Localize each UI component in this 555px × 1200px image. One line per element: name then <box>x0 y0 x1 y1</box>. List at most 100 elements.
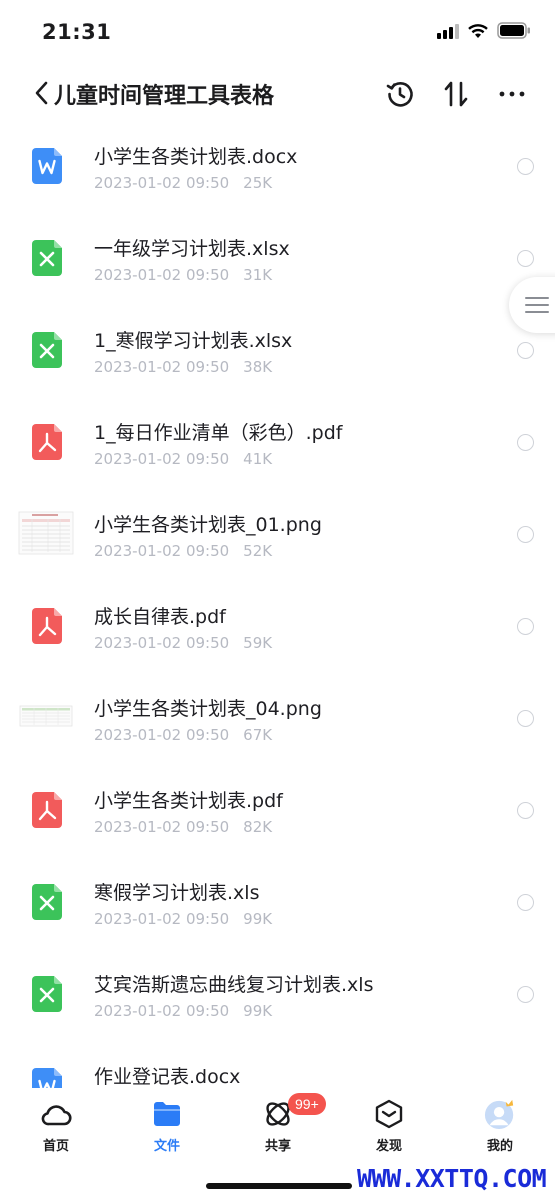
status-time: 21:31 <box>42 20 112 44</box>
wifi-icon <box>468 23 488 38</box>
file-name: 1_寒假学习计划表.xlsx <box>94 330 293 352</box>
menu-lines-icon <box>525 297 549 313</box>
word-file-icon <box>32 1068 62 1088</box>
history-icon <box>386 82 413 107</box>
file-date: 2023-01-02 09:50 <box>94 174 230 192</box>
file-item[interactable]: 1_寒假学习计划表.xlsx 2023-01-02 09:50 38K <box>0 306 555 398</box>
select-radio[interactable] <box>517 250 534 267</box>
file-meta: 2023-01-02 09:50 99K <box>94 910 272 928</box>
file-size: 52K <box>243 542 273 560</box>
tab-home[interactable]: 首页 <box>16 1098 96 1158</box>
file-name: 作业登记表.docx <box>94 1066 241 1088</box>
file-name: 艾宾浩斯遗忘曲线复习计划表.xls <box>94 974 374 996</box>
file-date: 2023-01-02 09:50 <box>94 450 230 468</box>
tab-discover[interactable]: 发现 <box>349 1098 429 1158</box>
file-item[interactable]: 1_每日作业清单（彩色）.pdf 2023-01-02 09:50 41K <box>0 398 555 490</box>
cloud-icon <box>40 1098 72 1130</box>
pdf-file-icon <box>32 608 62 644</box>
watermark: WWW.XXTTQ.COM <box>357 1164 547 1193</box>
file-date: 2023-01-02 09:50 <box>94 266 230 284</box>
file-item[interactable]: 小学生各类计划表.docx 2023-01-02 09:50 25K <box>0 122 555 214</box>
tab-label: 发现 <box>375 1139 402 1154</box>
tab-label: 首页 <box>42 1139 69 1154</box>
tab-label: 我的 <box>486 1139 513 1154</box>
pdf-file-icon <box>32 424 62 460</box>
file-item[interactable]: 小学生各类计划表.pdf 2023-01-02 09:50 82K <box>0 766 555 858</box>
nav-bar: 儿童时间管理工具表格 <box>0 66 555 122</box>
file-date: 2023-01-02 09:50 <box>94 542 230 560</box>
status-icons <box>437 22 531 39</box>
file-item[interactable]: 一年级学习计划表.xlsx 2023-01-02 09:50 31K <box>0 214 555 306</box>
file-date: 2023-01-02 09:50 <box>94 910 230 928</box>
notification-badge: 99+ <box>288 1093 326 1115</box>
excel-file-icon <box>32 884 62 920</box>
select-radio[interactable] <box>517 158 534 175</box>
cube-icon <box>373 1098 405 1130</box>
select-radio[interactable] <box>517 618 534 635</box>
file-size: 67K <box>243 726 273 744</box>
image-thumbnail <box>18 511 74 555</box>
battery-icon <box>497 22 530 39</box>
file-meta: 2023-01-02 09:50 67K <box>94 726 272 744</box>
file-item[interactable]: 小学生各类计划表_04.png 2023-01-02 09:50 67K <box>0 674 555 766</box>
file-size: 99K <box>243 910 273 928</box>
file-item[interactable]: 艾宾浩斯遗忘曲线复习计划表.xls 2023-01-02 09:50 99K <box>0 950 555 1042</box>
file-date: 2023-01-02 09:50 <box>94 726 230 744</box>
select-radio[interactable] <box>517 894 534 911</box>
page-title: 儿童时间管理工具表格 <box>54 84 275 109</box>
file-item[interactable]: 小学生各类计划表_01.png 2023-01-02 09:50 52K <box>0 490 555 582</box>
file-name: 小学生各类计划表.docx <box>94 146 298 168</box>
select-radio[interactable] <box>517 710 534 727</box>
file-meta: 2023-01-02 09:50 82K <box>94 818 272 836</box>
file-name: 一年级学习计划表.xlsx <box>94 238 290 260</box>
folder-icon <box>151 1098 183 1130</box>
file-size: 41K <box>243 450 273 468</box>
file-meta: 2023-01-02 09:50 25K <box>94 174 272 192</box>
select-radio[interactable] <box>517 526 534 543</box>
excel-file-icon <box>32 332 62 368</box>
sort-button[interactable] <box>438 76 474 112</box>
more-icon <box>499 91 525 97</box>
file-name: 小学生各类计划表_04.png <box>94 698 322 720</box>
tab-label: 共享 <box>264 1139 291 1154</box>
select-radio[interactable] <box>517 342 534 359</box>
file-size: 59K <box>243 634 273 652</box>
file-meta: 2023-01-02 09:50 31K <box>94 266 272 284</box>
word-file-icon <box>32 148 62 184</box>
file-size: 31K <box>243 266 273 284</box>
file-size: 25K <box>243 174 273 192</box>
back-arrow-icon[interactable] <box>32 78 54 108</box>
file-meta: 2023-01-02 09:50 52K <box>94 542 272 560</box>
tab-me[interactable]: 我的 <box>460 1098 540 1158</box>
file-date: 2023-01-02 09:50 <box>94 1002 230 1020</box>
file-size: 82K <box>243 818 273 836</box>
file-name: 小学生各类计划表_01.png <box>94 514 322 536</box>
select-radio[interactable] <box>517 986 534 1003</box>
image-thumbnail <box>19 705 73 727</box>
file-size: 38K <box>243 358 273 376</box>
file-name: 1_每日作业清单（彩色）.pdf <box>94 422 343 444</box>
pdf-file-icon <box>32 792 62 828</box>
select-radio[interactable] <box>517 802 534 819</box>
sort-icon <box>444 81 468 107</box>
file-name: 小学生各类计划表.pdf <box>94 790 283 812</box>
more-button[interactable] <box>494 76 530 112</box>
file-name: 寒假学习计划表.xls <box>94 882 260 904</box>
file-date: 2023-01-02 09:50 <box>94 818 230 836</box>
file-item[interactable]: 成长自律表.pdf 2023-01-02 09:50 59K <box>0 582 555 674</box>
select-radio[interactable] <box>517 434 534 451</box>
file-meta: 2023-01-02 09:50 38K <box>94 358 272 376</box>
excel-file-icon <box>32 240 62 276</box>
excel-file-icon <box>32 976 62 1012</box>
file-meta: 2023-01-02 09:50 41K <box>94 450 272 468</box>
file-item[interactable]: 寒假学习计划表.xls 2023-01-02 09:50 99K <box>0 858 555 950</box>
tab-label: 文件 <box>153 1139 180 1154</box>
cellular-signal-icon <box>437 23 459 39</box>
file-item[interactable]: 作业登记表.docx <box>0 1042 555 1088</box>
file-name: 成长自律表.pdf <box>94 606 226 628</box>
tab-files[interactable]: 文件 <box>127 1098 207 1158</box>
file-meta: 2023-01-02 09:50 99K <box>94 1002 272 1020</box>
file-meta: 2023-01-02 09:50 59K <box>94 634 272 652</box>
history-button[interactable] <box>382 76 418 112</box>
status-bar: 21:31 <box>0 0 555 66</box>
